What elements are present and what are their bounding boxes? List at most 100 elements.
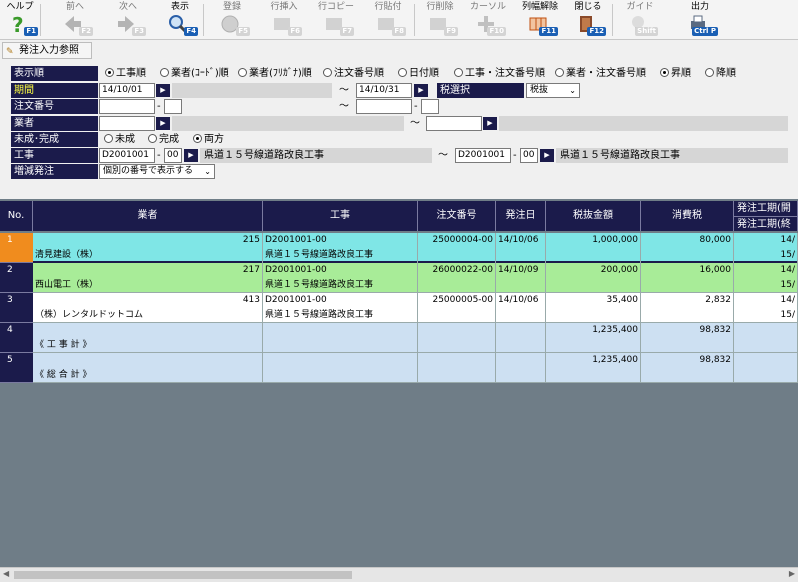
grid-cell-p2[interactable]: 15/	[734, 248, 798, 263]
grid-cell-vendor-code[interactable]: 215	[33, 233, 263, 248]
cursor-button[interactable]: カーソル F10	[468, 0, 508, 40]
row-number[interactable]: 3	[0, 293, 33, 323]
grid-cell-date[interactable]: 14/10/09	[496, 263, 546, 278]
radio-order-vendor-kana[interactable]: 業者(ﾌﾘｶﾞﾅ)順	[238, 66, 312, 81]
grid-cell-project-code[interactable]: D2001001-00	[263, 233, 418, 248]
radio-order-project[interactable]: 工事順	[105, 66, 146, 81]
grid-cell-tax[interactable]: 80,000	[641, 233, 734, 248]
paste-row-button[interactable]: 行貼付 F8	[368, 0, 408, 40]
grid-cell-date[interactable]: 14/10/06	[496, 233, 546, 248]
grid-cell-date[interactable]: 14/10/06	[496, 293, 546, 308]
order-number-from-sub-input[interactable]	[164, 99, 182, 114]
grid-cell-date[interactable]	[496, 353, 546, 368]
delete-row-button[interactable]: 行削除 F9	[420, 0, 460, 40]
grid-cell-project-name[interactable]: 県道１５号線道路改良工事	[263, 248, 418, 263]
scrollbar-thumb[interactable]	[14, 571, 352, 579]
incdec-select[interactable]: 個別の番号で表示する ⌄	[99, 164, 215, 179]
col-header-project[interactable]: 工事	[263, 201, 418, 231]
grid-cell-amount[interactable]: 35,400	[546, 293, 641, 308]
grid-cell-amount[interactable]	[546, 248, 641, 263]
row-number[interactable]: 1	[0, 233, 33, 263]
grid-cell-vendor-code[interactable]: 217	[33, 263, 263, 278]
grid-cell-order-no[interactable]: 25000005-00	[418, 293, 496, 308]
radio-sort-asc[interactable]: 昇順	[660, 66, 691, 81]
scroll-right-icon[interactable]: ▶	[789, 569, 795, 578]
grid-cell-vendor-name[interactable]: 清見建設（株）	[33, 248, 263, 263]
grid-cell-project-name[interactable]: 県道１５号線道路改良工事	[263, 308, 418, 323]
grid-cell-p1[interactable]: 14/	[734, 233, 798, 248]
radio-order-date[interactable]: 日付順	[398, 66, 439, 81]
project-from-sub-input[interactable]: 00	[164, 148, 182, 163]
grid-cell-project-code[interactable]: D2001001-00	[263, 293, 418, 308]
grid-cell-project-code[interactable]	[263, 353, 418, 368]
col-header-period-start[interactable]: 発注工期(開	[734, 201, 798, 216]
grid-cell-order-no[interactable]	[418, 353, 496, 368]
radio-order-project-number[interactable]: 工事・注文番号順	[454, 66, 545, 81]
column-width-reset-button[interactable]: 列幅解除 F11	[520, 0, 560, 40]
grid-cell-order-no[interactable]	[418, 248, 496, 263]
grid-cell-p1[interactable]: 14/	[734, 263, 798, 278]
grid-cell-tax[interactable]: 2,832	[641, 293, 734, 308]
vendor-to-lookup-button[interactable]: ▶	[483, 117, 497, 130]
grid-cell-vendor-name[interactable]: 西山電工（株）	[33, 278, 263, 293]
radio-status-complete[interactable]: 完成	[148, 132, 179, 147]
grid-cell-p2[interactable]: 15/	[734, 308, 798, 323]
grid-cell-vendor-code[interactable]	[33, 353, 263, 368]
grid-cell-order-no[interactable]	[418, 278, 496, 293]
output-button[interactable]: 出力 Ctrl P	[680, 0, 720, 40]
grid-cell-project-name[interactable]	[263, 338, 418, 353]
radio-order-number[interactable]: 注文番号順	[323, 66, 384, 81]
grid-cell-vendor-code[interactable]	[33, 323, 263, 338]
grid-cell-order-no[interactable]	[418, 323, 496, 338]
period-to-lookup-button[interactable]: ▶	[414, 84, 428, 97]
grid-cell-amount[interactable]	[546, 308, 641, 323]
radio-status-both[interactable]: 両方	[193, 132, 224, 147]
radio-order-vendor-number[interactable]: 業者・注文番号順	[555, 66, 646, 81]
grid-cell-project-code[interactable]: D2001001-00	[263, 263, 418, 278]
grid-cell-date[interactable]	[496, 368, 546, 383]
grid-cell-amount[interactable]	[546, 338, 641, 353]
period-to-input[interactable]: 14/10/31	[356, 83, 412, 98]
radio-status-incomplete[interactable]: 未成	[104, 132, 135, 147]
order-number-from-input[interactable]	[99, 99, 155, 114]
row-number[interactable]: 2	[0, 263, 33, 293]
grid-cell-tax[interactable]	[641, 368, 734, 383]
project-to-lookup-button[interactable]: ▶	[540, 149, 554, 162]
project-to-sub-input[interactable]: 00	[520, 148, 538, 163]
grid-cell-order-no[interactable]	[418, 308, 496, 323]
radio-order-vendor-code[interactable]: 業者(ｺｰﾄﾞ)順	[160, 66, 229, 81]
row-number[interactable]: 4	[0, 323, 33, 353]
grid-cell-date[interactable]	[496, 278, 546, 293]
prev-button[interactable]: 前へ F2	[55, 0, 95, 40]
grid-cell-tax[interactable]	[641, 278, 734, 293]
col-header-amount[interactable]: 税抜金額	[546, 201, 641, 231]
grid-cell-date[interactable]	[496, 323, 546, 338]
vendor-from-lookup-button[interactable]: ▶	[156, 117, 170, 130]
display-button[interactable]: 表示 F4	[160, 0, 200, 40]
period-from-lookup-button[interactable]: ▶	[156, 84, 170, 97]
grid-cell-order-no[interactable]: 26000022-00	[418, 263, 496, 278]
grid-cell-vendor-name[interactable]: 《 総 合 計 》	[33, 368, 263, 383]
help-button[interactable]: ヘルプ? F1	[0, 0, 40, 40]
grid-cell-tax[interactable]: 98,832	[641, 353, 734, 368]
grid-cell-project-name[interactable]: 県道１５号線道路改良工事	[263, 278, 418, 293]
insert-row-button[interactable]: 行挿入 F6	[264, 0, 304, 40]
project-from-lookup-button[interactable]: ▶	[184, 149, 198, 162]
grid-cell-tax[interactable]: 98,832	[641, 323, 734, 338]
order-number-to-sub-input[interactable]	[421, 99, 439, 114]
grid-cell-date[interactable]	[496, 338, 546, 353]
vendor-to-input[interactable]	[426, 116, 482, 131]
guide-button[interactable]: ガイド Shift	[620, 0, 660, 40]
col-header-order-date[interactable]: 発注日	[496, 201, 546, 231]
grid-cell-order-no[interactable]: 25000004-00	[418, 233, 496, 248]
grid-cell-project-name[interactable]	[263, 368, 418, 383]
next-button[interactable]: 次へ F3	[108, 0, 148, 40]
grid-cell-vendor-code[interactable]: 413	[33, 293, 263, 308]
grid-cell-amount[interactable]: 1,000,000	[546, 233, 641, 248]
vendor-from-input[interactable]	[99, 116, 155, 131]
col-header-vendor[interactable]: 業者	[33, 201, 263, 231]
grid-cell-project-code[interactable]	[263, 323, 418, 338]
grid-cell-p2[interactable]: 15/	[734, 278, 798, 293]
grid-cell-tax[interactable]	[641, 248, 734, 263]
col-header-period-end[interactable]: 発注工期(終	[734, 216, 798, 231]
